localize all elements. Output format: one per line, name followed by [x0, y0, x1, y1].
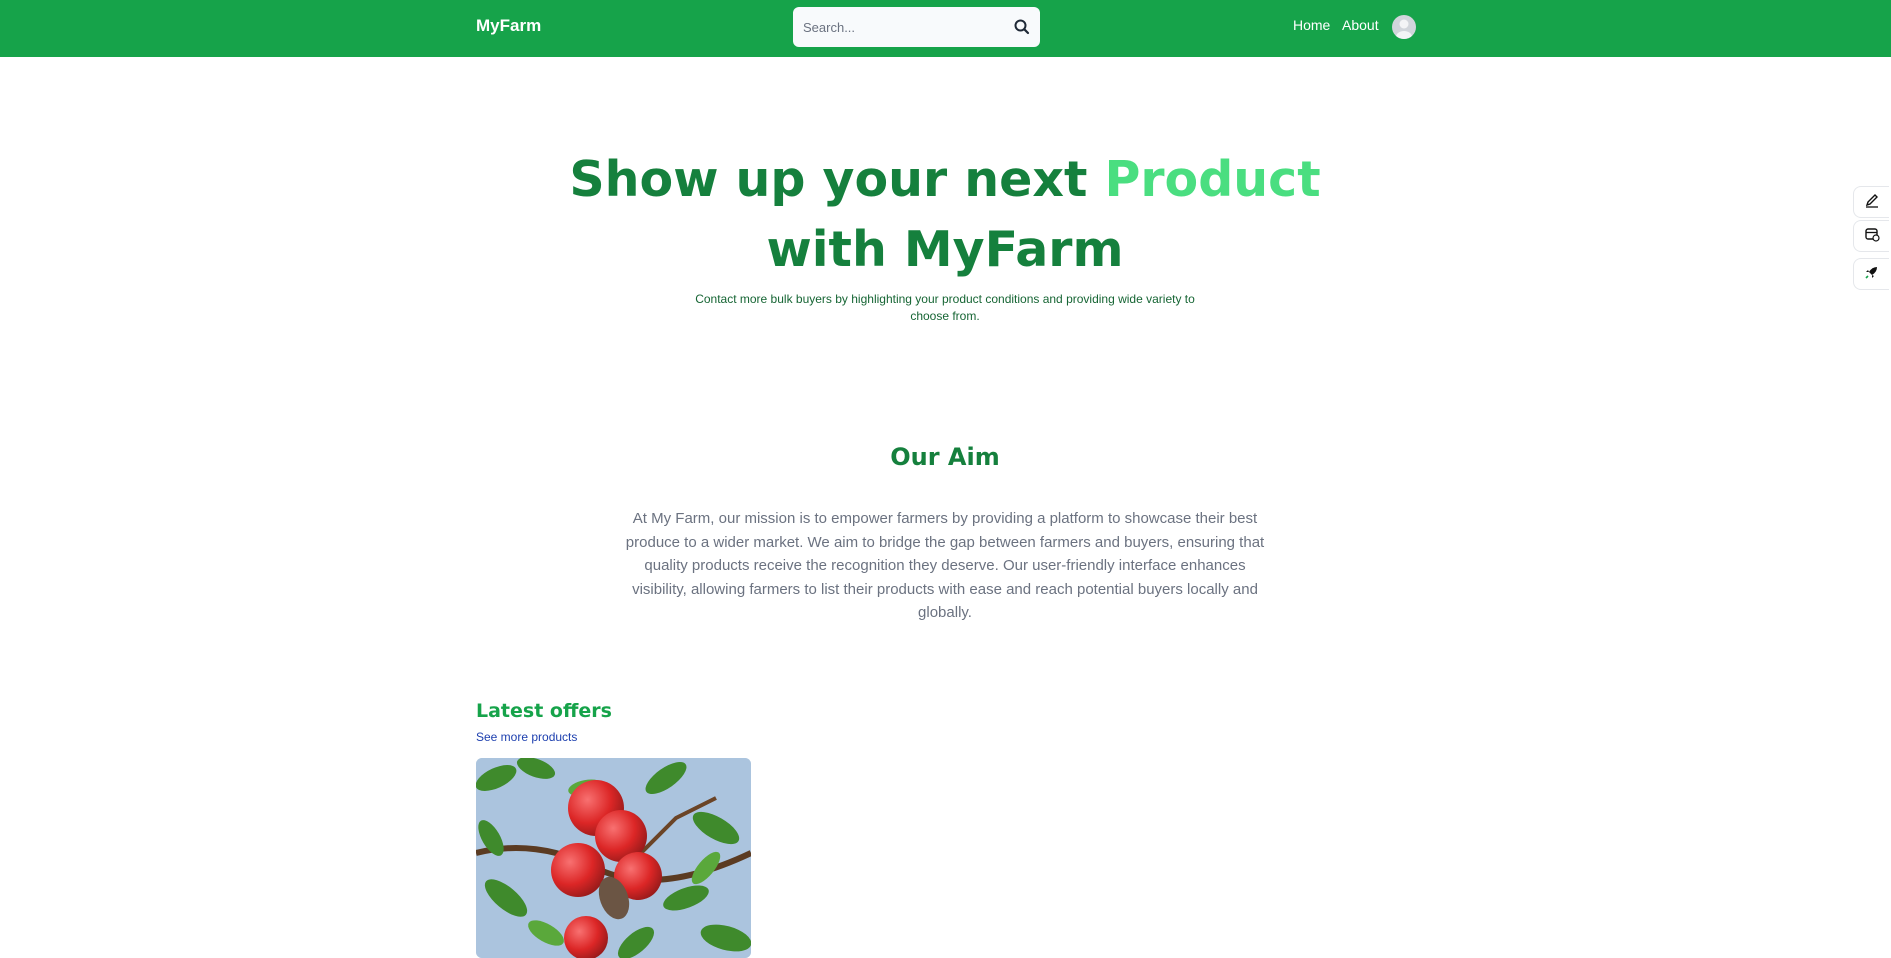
- rocket-icon: [1864, 264, 1880, 285]
- apples-image: [476, 758, 751, 958]
- navbar: MyFarm Home About: [0, 0, 1891, 57]
- side-toolbar: [1853, 186, 1891, 290]
- hero-title-part2: with MyFarm: [766, 221, 1124, 278]
- rocket-tool[interactable]: [1853, 258, 1889, 290]
- see-more-products-link[interactable]: See more products: [476, 730, 577, 744]
- nav-about-link[interactable]: About: [1342, 17, 1379, 33]
- hero-title: Show up your next Product with MyFarm: [545, 145, 1345, 285]
- hero-title-part1: Show up your next: [569, 151, 1105, 208]
- calendar-icon: [1864, 226, 1880, 247]
- hero-subtitle: Contact more bulk buyers by highlighting…: [695, 292, 1195, 323]
- search-input[interactable]: [803, 15, 993, 39]
- nav-home-link[interactable]: Home: [1293, 17, 1330, 33]
- avatar[interactable]: [1392, 15, 1416, 39]
- product-card[interactable]: [476, 758, 751, 958]
- brand-logo[interactable]: MyFarm: [476, 16, 541, 36]
- offers-title: Latest offers: [476, 700, 612, 722]
- edit-tool[interactable]: [1853, 186, 1889, 218]
- aim-text: At My Farm, our mission is to empower fa…: [625, 510, 1265, 621]
- aim-title: Our Aim: [890, 443, 1000, 471]
- search-box: [793, 7, 1040, 47]
- search-icon[interactable]: [1012, 17, 1032, 37]
- edit-icon: [1864, 192, 1880, 213]
- hero-title-highlight: Product: [1104, 151, 1321, 208]
- calendar-tool[interactable]: [1853, 220, 1889, 252]
